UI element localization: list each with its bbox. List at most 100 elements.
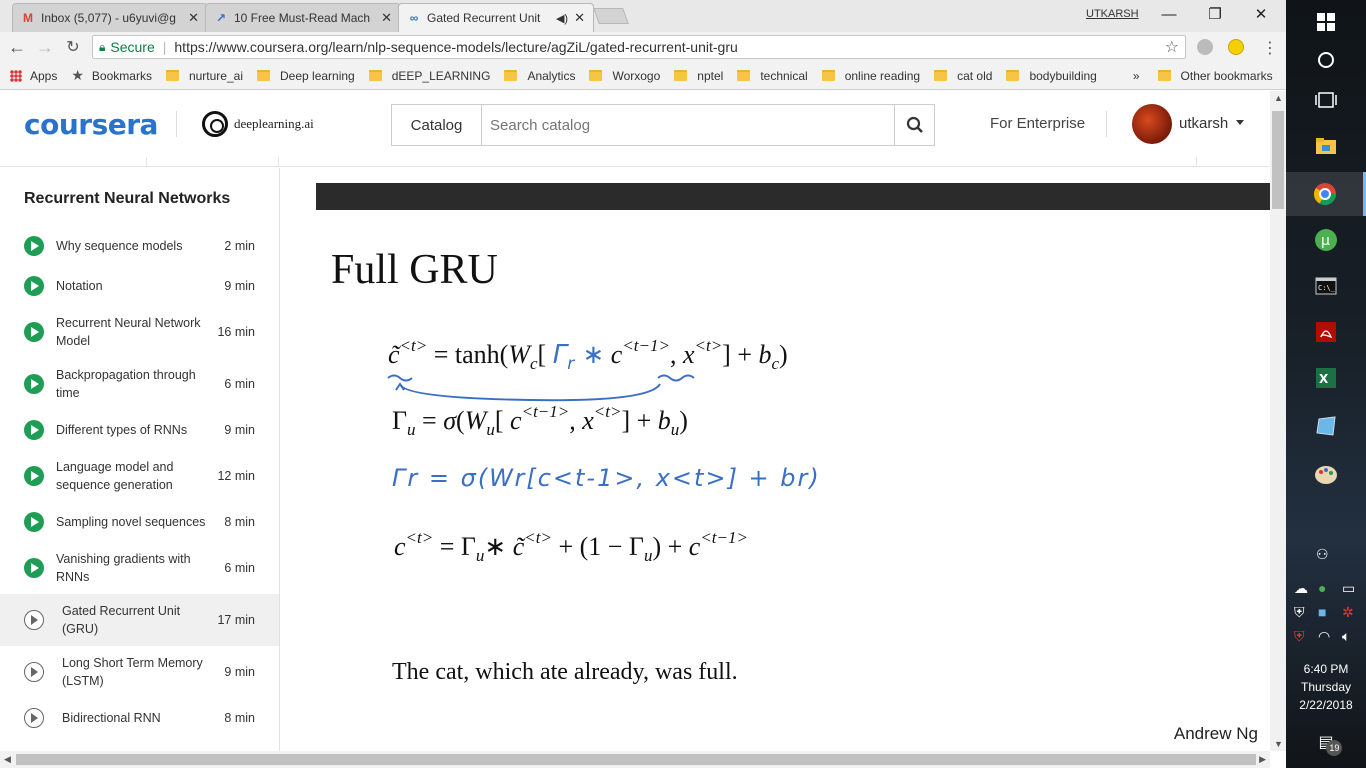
task-view-icon[interactable] bbox=[1286, 78, 1366, 122]
deeplearning-logo[interactable]: deeplearning.ai bbox=[202, 111, 314, 137]
minimize-icon[interactable]: — bbox=[1146, 2, 1192, 26]
chevron-down-icon[interactable] bbox=[1236, 120, 1244, 125]
clock-day[interactable]: Thursday bbox=[1286, 678, 1366, 696]
horizontal-scrollbar[interactable]: ◀ ▶ bbox=[0, 751, 1270, 768]
clock-date[interactable]: 2/22/2018 bbox=[1286, 696, 1366, 714]
paint-icon[interactable] bbox=[1286, 452, 1366, 496]
bookmark-label: dEEP_LEARNING bbox=[391, 68, 491, 83]
bookmark-folder[interactable]: bodybuilding bbox=[1006, 69, 1097, 83]
username[interactable]: utkarsh bbox=[1179, 115, 1228, 132]
app-icon[interactable] bbox=[1286, 404, 1366, 448]
command-prompt-icon[interactable]: C:\_ bbox=[1286, 264, 1366, 308]
forward-arrow-icon[interactable]: → bbox=[34, 36, 56, 58]
excel-icon[interactable]: X bbox=[1286, 356, 1366, 400]
close-tab-icon[interactable]: ✕ bbox=[381, 10, 392, 26]
bookmark-folder[interactable]: technical bbox=[737, 69, 808, 83]
lesson-item[interactable]: Sampling novel sequences 8 min bbox=[0, 502, 279, 542]
scroll-thumb[interactable] bbox=[16, 754, 1256, 765]
lesson-duration: 17 min bbox=[217, 613, 255, 627]
bookmark-folder[interactable]: nptel bbox=[674, 69, 723, 83]
volume-icon[interactable]: 🔈︎ bbox=[1342, 628, 1350, 645]
more-bookmarks-button[interactable]: » bbox=[1133, 69, 1140, 83]
address-bar[interactable]: 🔒︎ Secure | https://www.coursera.org/lea… bbox=[92, 35, 1186, 59]
bookmark-apps[interactable]: Apps bbox=[10, 69, 57, 83]
folder-icon bbox=[821, 70, 835, 81]
audio-icon[interactable]: ◀) bbox=[556, 12, 568, 25]
catalog-button[interactable]: Catalog bbox=[392, 105, 482, 145]
search-button[interactable] bbox=[894, 105, 934, 145]
play-circle-icon bbox=[24, 276, 44, 296]
extension-drive-icon[interactable] bbox=[1197, 39, 1213, 55]
lesson-item[interactable]: Different types of RNNs 9 min bbox=[0, 410, 279, 450]
lesson-item[interactable]: Recurrent Neural Network Model 16 min bbox=[0, 306, 279, 358]
sub-navigation bbox=[0, 157, 1270, 167]
battery-icon[interactable]: ▭ bbox=[1342, 580, 1355, 597]
for-enterprise-link[interactable]: For Enterprise bbox=[990, 115, 1085, 132]
people-icon[interactable]: ⚇ bbox=[1316, 546, 1329, 563]
url-text[interactable]: https://www.coursera.org/learn/nlp-seque… bbox=[174, 39, 737, 55]
defender-icon[interactable]: ⛨ bbox=[1294, 604, 1305, 621]
folder-icon bbox=[368, 70, 382, 81]
bookmark-star-icon[interactable]: ☆ bbox=[1165, 37, 1179, 57]
cortana-icon[interactable] bbox=[1286, 38, 1366, 82]
security-alert-icon[interactable]: ⛨ bbox=[1294, 628, 1305, 645]
video-player[interactable]: Full GRU c̃<t> = tanh(Wc[ Γr ∗ c<t−1>, x… bbox=[316, 183, 1270, 751]
scroll-up-arrow-icon[interactable]: ▲ bbox=[1274, 93, 1283, 103]
bookmark-folder[interactable]: online reading bbox=[821, 69, 920, 83]
tab-title: Gated Recurrent Unit bbox=[427, 11, 541, 25]
lesson-item[interactable]: Backpropagation through time 6 min bbox=[0, 358, 279, 410]
antivirus-icon[interactable]: ✲ bbox=[1342, 604, 1354, 621]
other-bookmarks[interactable]: Other bookmarks bbox=[1157, 69, 1273, 83]
lesson-item[interactable]: Why sequence models 2 min bbox=[0, 226, 279, 266]
acrobat-icon[interactable] bbox=[1286, 310, 1366, 354]
lesson-item[interactable]: Notation 9 min bbox=[0, 266, 279, 306]
scroll-thumb[interactable] bbox=[1272, 111, 1284, 209]
lesson-label: Bidirectional RNN bbox=[62, 711, 161, 725]
vertical-scrollbar[interactable]: ▲ ▼ bbox=[1270, 91, 1286, 751]
lesson-item[interactable]: Language model and sequence generation 1… bbox=[0, 450, 279, 502]
bookmark-folder[interactable]: Deep learning bbox=[257, 69, 355, 83]
close-tab-icon[interactable]: ✕ bbox=[574, 10, 585, 26]
profile-name[interactable]: UTKARSH bbox=[1086, 8, 1139, 20]
tab-gmail[interactable]: M Inbox (5,077) - u6yuvi@g ✕ bbox=[12, 3, 208, 32]
scroll-right-arrow-icon[interactable]: ▶ bbox=[1259, 754, 1266, 765]
bookmark-label: nptel bbox=[697, 68, 724, 83]
close-window-icon[interactable]: ✕ bbox=[1238, 2, 1284, 26]
extension-icon[interactable] bbox=[1228, 39, 1244, 55]
search-input[interactable] bbox=[482, 105, 894, 145]
wifi-icon[interactable]: ◠ bbox=[1318, 628, 1330, 645]
utorrent-icon[interactable]: µ bbox=[1286, 218, 1366, 262]
lesson-item[interactable]: Vanishing gradients with RNNs 6 min bbox=[0, 542, 279, 594]
play-circle-icon bbox=[24, 322, 44, 342]
utorrent-tray-icon[interactable]: ● bbox=[1318, 580, 1326, 596]
tray-app-icon[interactable]: ■ bbox=[1318, 604, 1326, 620]
action-center-icon[interactable]: ▤ 19 bbox=[1286, 720, 1366, 764]
avatar[interactable] bbox=[1132, 104, 1172, 144]
file-explorer-icon[interactable] bbox=[1286, 124, 1366, 168]
play-circle-outline-icon bbox=[24, 708, 44, 728]
chrome-icon[interactable] bbox=[1286, 172, 1366, 216]
onedrive-icon[interactable]: ☁ bbox=[1294, 580, 1308, 597]
restore-icon[interactable]: ❐ bbox=[1192, 2, 1238, 26]
new-tab-button[interactable] bbox=[593, 8, 629, 24]
menu-kebab-icon[interactable]: ⋮ bbox=[1262, 38, 1278, 58]
lesson-item-current[interactable]: Gated Recurrent Unit (GRU) 17 min bbox=[0, 594, 279, 646]
lesson-item[interactable]: Bidirectional RNN 8 min bbox=[0, 698, 279, 738]
scroll-left-arrow-icon[interactable]: ◀ bbox=[4, 754, 11, 765]
bookmark-folder[interactable]: dEEP_LEARNING bbox=[368, 68, 491, 83]
scroll-down-arrow-icon[interactable]: ▼ bbox=[1274, 739, 1283, 749]
bookmark-folder[interactable]: cat old bbox=[934, 69, 992, 83]
bookmark-bookmarks[interactable]: ★ Bookmarks bbox=[71, 67, 152, 84]
back-arrow-icon[interactable]: ← bbox=[6, 36, 28, 58]
bookmark-folder[interactable]: Worxogo bbox=[589, 69, 660, 83]
site-header: coursera deeplearning.ai Catalog For Ent… bbox=[0, 91, 1270, 157]
close-tab-icon[interactable]: ✕ bbox=[188, 10, 199, 26]
coursera-logo[interactable]: coursera bbox=[24, 108, 158, 141]
tab-gru[interactable]: ∞ Gated Recurrent Unit ◀) ✕ bbox=[398, 3, 594, 32]
bookmark-folder[interactable]: Analytics bbox=[504, 69, 575, 83]
tab-article[interactable]: ↗ 10 Free Must-Read Mach ✕ bbox=[205, 3, 401, 32]
clock-time[interactable]: 6:40 PM bbox=[1286, 660, 1366, 678]
reload-icon[interactable]: ↻ bbox=[62, 36, 84, 58]
bookmark-folder[interactable]: nurture_ai bbox=[165, 69, 243, 83]
lesson-item[interactable]: Long Short Term Memory (LSTM) 9 min bbox=[0, 646, 279, 698]
